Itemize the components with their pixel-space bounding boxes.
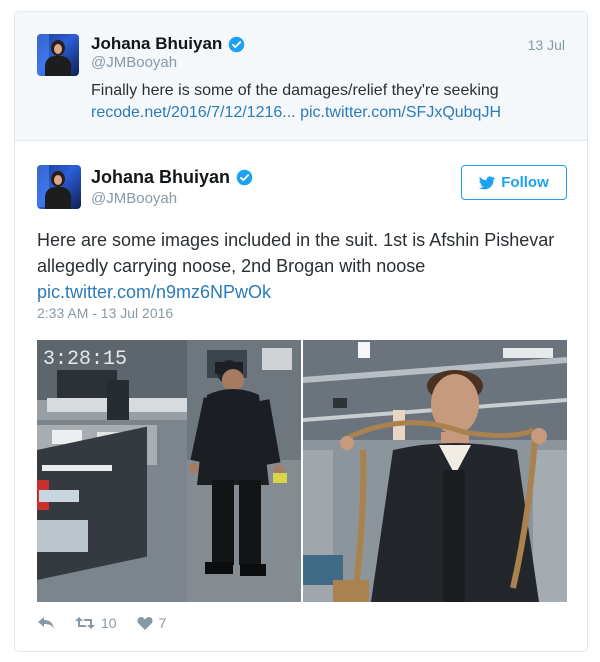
verified-badge-icon — [236, 169, 253, 186]
tweet-text: Here are some images included in the sui… — [37, 227, 577, 305]
pic-link[interactable]: pic.twitter.com/SFJxQubqJH — [300, 104, 501, 121]
handle[interactable]: @JMBooyah — [91, 190, 177, 207]
attached-photo-noose[interactable] — [303, 340, 567, 602]
like-button[interactable]: 7 — [137, 615, 167, 631]
handle[interactable]: @JMBooyah — [91, 54, 177, 71]
tweet-date[interactable]: 13 Jul — [528, 37, 565, 53]
article-link[interactable]: recode.net/2016/7/12/1216... — [91, 104, 296, 121]
follow-label: Follow — [501, 174, 549, 191]
tweet-body-text: Here are some images included in the sui… — [37, 230, 555, 276]
noose-scene — [303, 340, 567, 602]
pic-link[interactable]: pic.twitter.com/n9mz6NPwOk — [37, 282, 271, 302]
tweet-text: Finally here is some of the damages/reli… — [91, 80, 571, 124]
tweet-timestamp[interactable]: 2:33 AM - 13 Jul 2016 — [37, 305, 173, 321]
display-name[interactable]: Johana Bhuiyan — [91, 34, 222, 54]
follow-button[interactable]: Follow — [461, 165, 567, 200]
cctv-scene: 3:28:15 — [37, 340, 301, 602]
like-count: 7 — [158, 615, 167, 631]
cctv-time-overlay: 3:28:15 — [43, 348, 127, 371]
tweet-body-text: Finally here is some of the damages/reli… — [91, 82, 499, 99]
twitter-bird-icon — [479, 175, 496, 189]
display-name[interactable]: Johana Bhuiyan — [91, 167, 230, 188]
author-name-row[interactable]: Johana Bhuiyan — [91, 167, 253, 188]
retweet-count: 10 — [101, 615, 117, 631]
retweet-button[interactable]: 10 — [75, 615, 117, 631]
attached-photo-cctv[interactable]: 3:28:15 — [37, 340, 301, 602]
tweet-actions: 10 7 — [37, 615, 166, 631]
parent-tweet[interactable]: Johana Bhuiyan @JMBooyah 13 Jul Finally … — [14, 11, 588, 141]
author-name-row[interactable]: Johana Bhuiyan — [91, 34, 245, 54]
retweet-icon — [75, 617, 95, 629]
avatar[interactable] — [37, 165, 81, 209]
heart-icon — [137, 617, 153, 630]
avatar[interactable] — [37, 34, 79, 76]
reply-button[interactable] — [37, 616, 55, 630]
main-tweet: Johana Bhuiyan @JMBooyah Follow Here are… — [14, 140, 588, 652]
verified-badge-icon — [229, 36, 245, 52]
reply-icon — [38, 617, 54, 629]
